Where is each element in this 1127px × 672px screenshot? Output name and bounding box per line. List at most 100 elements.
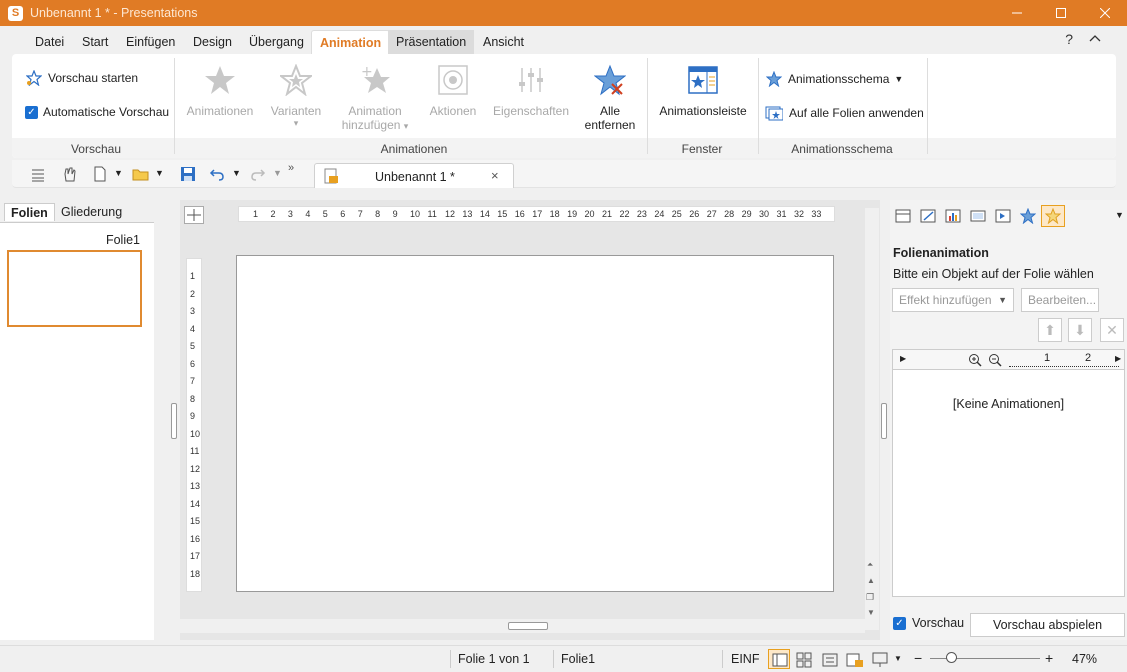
delete-animation-button[interactable]: ✕	[1100, 318, 1124, 342]
slide-view-icon[interactable]	[970, 208, 986, 224]
ribbon: Vorschau starten ✓ Automatische Vorschau…	[12, 54, 1116, 158]
vertical-scrollbar[interactable]: ⏶ ▲ ❐ ▼	[865, 208, 879, 630]
redo-icon[interactable]	[250, 166, 266, 182]
save-icon[interactable]	[180, 166, 196, 182]
right-splitter-handle[interactable]	[881, 403, 887, 439]
slide-canvas[interactable]	[236, 255, 834, 592]
panel-hint: Bitte ein Objekt auf der Folie wählen	[893, 267, 1094, 281]
document-tab[interactable]: Unbenannt 1 * ×	[314, 163, 514, 188]
timeline-forward-icon[interactable]: ▶	[1115, 354, 1121, 363]
layout-icon[interactable]	[895, 208, 911, 224]
vorschau-starten-button[interactable]: Vorschau starten	[26, 70, 138, 86]
outline-view-icon[interactable]	[822, 652, 838, 668]
minimize-button[interactable]	[995, 0, 1039, 26]
horizontal-ruler[interactable]: 1 2 3 4 5 6 7 8 9 10 11 12 13 14 15 16 17 18 19 20 21 22 23 24 2…	[238, 206, 835, 222]
scroll-down-icon[interactable]: ▼	[867, 608, 875, 617]
edit-slide-icon[interactable]	[920, 208, 936, 224]
slides-scrollbar[interactable]	[154, 222, 166, 640]
alle-entfernen-button[interactable]: Alle entfernen	[578, 64, 642, 132]
play-arrow-icon[interactable]: ▶	[900, 354, 906, 363]
ruler-tick-label: 24	[654, 209, 665, 219]
tab-folien[interactable]: Folien	[4, 203, 55, 221]
tab-gliederung[interactable]: Gliederung	[55, 203, 128, 221]
ruler-corner-icon[interactable]	[184, 206, 204, 224]
hand-pointer-icon[interactable]	[61, 166, 77, 182]
scroll-thumb[interactable]	[508, 622, 548, 630]
dropdown-arrow-icon: ▾	[293, 118, 299, 128]
chart-pane-icon[interactable]	[945, 208, 961, 224]
sidebar-menu-arrow-icon[interactable]: ▼	[1115, 210, 1124, 220]
dropdown-arrow-icon[interactable]: ▼	[155, 168, 164, 184]
dropdown-arrow-icon[interactable]: ▼	[273, 168, 282, 184]
vorschau-checkbox[interactable]: ✓ Vorschau	[893, 616, 964, 630]
animationen-button[interactable]: Animationen	[184, 64, 256, 118]
more-chevron-icon[interactable]: »	[288, 162, 294, 178]
slide-thumbnail[interactable]	[7, 250, 142, 327]
action-target-icon	[438, 65, 468, 95]
animationsleiste-button[interactable]: Animationsleiste	[654, 64, 752, 118]
dropdown-arrow-icon[interactable]: ▼	[114, 168, 123, 184]
ruler-tick-label: 31	[776, 209, 787, 219]
scroll-top-icon[interactable]: ⏶	[867, 560, 873, 570]
animation-list[interactable]: ▶ 1 2 ▶ [Keine Animationen]	[892, 349, 1125, 597]
ruler-tick-label: 25	[671, 209, 682, 219]
ruler-tick-label: 9	[190, 411, 196, 421]
vertical-ruler[interactable]: 1 2 3 4 5 6 7 8 9 10 11 12 13 14 15 16 17 18	[186, 258, 202, 592]
zoom-in-icon[interactable]	[967, 352, 983, 368]
bearbeiten-button[interactable]: Bearbeiten...	[1021, 288, 1099, 312]
zoom-in-button[interactable]: +	[1045, 650, 1053, 666]
aktionen-button[interactable]: Aktionen	[420, 64, 486, 118]
menu-start[interactable]: Start	[74, 30, 116, 54]
dropdown-arrow-icon[interactable]: ▼	[232, 168, 241, 184]
transition-icon[interactable]	[995, 208, 1011, 224]
open-folder-icon[interactable]	[132, 166, 150, 182]
undo-icon[interactable]	[209, 166, 225, 182]
vorschau-abspielen-button[interactable]: Vorschau abspielen	[970, 613, 1125, 637]
menu-animation[interactable]: Animation	[311, 30, 391, 54]
maximize-button[interactable]	[1039, 0, 1083, 26]
hamburger-menu-icon[interactable]	[30, 166, 46, 182]
normal-view-button[interactable]	[768, 649, 790, 669]
effekt-hinzufuegen-dropdown[interactable]: Effekt hinzufügen ▼	[892, 288, 1014, 312]
animation-sidebar: ▼ Folienanimation Bitte ein Objekt auf d…	[890, 200, 1127, 640]
insert-mode[interactable]: EINF	[731, 652, 759, 666]
menu-uebergang[interactable]: Übergang	[241, 30, 312, 54]
close-button[interactable]	[1083, 0, 1127, 26]
eigenschaften-button[interactable]: Eigenschaften	[492, 64, 570, 118]
close-tab-icon[interactable]: ×	[491, 168, 499, 183]
page-view-icon[interactable]: ❐	[866, 592, 874, 603]
active-star-tab[interactable]	[1041, 205, 1065, 227]
handout-view-icon[interactable]	[846, 652, 864, 668]
help-icon[interactable]: ?	[1065, 31, 1073, 47]
zoom-out-icon[interactable]	[987, 352, 1003, 368]
move-down-button[interactable]: ⬇	[1068, 318, 1092, 342]
dropdown-arrow-icon[interactable]: ▼	[894, 654, 902, 663]
automatische-vorschau-checkbox[interactable]: ✓ Automatische Vorschau	[25, 105, 169, 119]
zoom-slider-thumb[interactable]	[946, 652, 957, 663]
menu-einfuegen[interactable]: Einfügen	[118, 30, 183, 54]
varianten-button[interactable]: Varianten ▾	[264, 64, 328, 129]
animationsschema-dropdown[interactable]: Animationsschema ▼	[766, 71, 903, 87]
left-splitter-handle[interactable]	[171, 403, 177, 439]
move-up-button[interactable]: ⬆	[1038, 318, 1062, 342]
dropdown-arrow-icon: ▾	[403, 121, 409, 131]
scroll-up-icon[interactable]: ▲	[867, 576, 875, 585]
collapse-ribbon-icon[interactable]	[1089, 30, 1101, 45]
zoom-level[interactable]: 47%	[1072, 652, 1097, 666]
horizontal-scrollbar[interactable]	[180, 619, 865, 633]
editor-area: 1 2 3 4 5 6 7 8 9 10 11 12 13 14 15 16 17 18 19 20 21 22 23 24 2…	[180, 200, 880, 640]
slide-sorter-icon[interactable]	[796, 652, 812, 668]
new-document-icon[interactable]	[92, 166, 108, 182]
auf-alle-folien-anwenden-button[interactable]: Auf alle Folien anwenden	[765, 105, 924, 121]
menu-datei[interactable]: Datei	[27, 30, 72, 54]
menu-design[interactable]: Design	[185, 30, 240, 54]
animation-hinzufuegen-button[interactable]: + Animation hinzufügen ▾	[338, 64, 412, 132]
presenter-view-icon[interactable]	[872, 652, 888, 668]
star-animation-icon[interactable]	[1020, 208, 1036, 224]
zoom-out-button[interactable]: −	[914, 650, 922, 666]
menu-praesentation[interactable]: Präsentation	[388, 30, 475, 54]
menu-ansicht[interactable]: Ansicht	[475, 30, 532, 54]
star-play-icon	[26, 70, 42, 86]
timeline-toolbar: ▶ 1 2 ▶	[893, 350, 1124, 370]
star-remove-icon	[594, 64, 626, 96]
